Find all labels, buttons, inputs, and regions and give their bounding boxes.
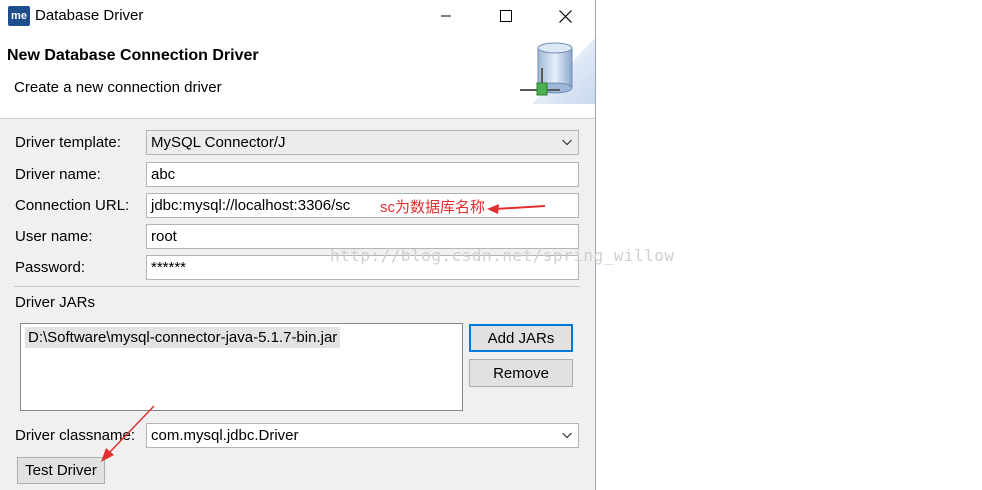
close-icon xyxy=(558,9,572,23)
watermark-text: http://blog.csdn.net/spring_willow xyxy=(330,246,675,265)
driver-template-value: MySQL Connector/J xyxy=(151,134,286,151)
driver-classname-value: com.mysql.jdbc.Driver xyxy=(151,427,299,444)
driver-classname-select[interactable]: com.mysql.jdbc.Driver xyxy=(146,423,579,448)
remove-button[interactable]: Remove xyxy=(469,359,573,387)
driver-jars-label: Driver JARs xyxy=(15,294,96,311)
driver-template-label: Driver template: xyxy=(15,134,121,151)
annotation-arrow-icon xyxy=(487,204,546,214)
close-button[interactable] xyxy=(542,0,588,32)
minimize-button[interactable] xyxy=(423,0,469,32)
database-driver-dialog: me Database Driver New Database Connecti… xyxy=(0,0,596,490)
driver-template-select[interactable]: MySQL Connector/J xyxy=(146,130,579,155)
user-name-label: User name: xyxy=(15,228,93,245)
annotation-text: sc为数据库名称 xyxy=(380,199,486,216)
maximize-button[interactable] xyxy=(483,0,529,32)
driver-name-input[interactable]: abc xyxy=(146,162,579,187)
maximize-icon xyxy=(500,10,512,22)
annotation-arrow-icon xyxy=(101,405,155,462)
title-bar[interactable]: me Database Driver xyxy=(0,0,595,32)
minimize-icon xyxy=(441,15,451,17)
driver-name-label: Driver name: xyxy=(15,166,101,183)
page-description: Create a new connection driver xyxy=(14,79,222,96)
connection-url-label: Connection URL: xyxy=(15,197,130,214)
chevron-down-icon xyxy=(562,139,572,146)
database-icon xyxy=(520,38,595,104)
add-jars-button[interactable]: Add JARs xyxy=(469,324,573,352)
separator xyxy=(14,286,580,287)
chevron-down-icon xyxy=(562,432,572,439)
driver-jars-list[interactable]: D:\Software\mysql-connector-java-5.1.7-b… xyxy=(20,323,463,411)
list-item[interactable]: D:\Software\mysql-connector-java-5.1.7-b… xyxy=(25,327,341,348)
app-icon: me xyxy=(8,6,30,26)
page-title: New Database Connection Driver xyxy=(7,47,259,64)
test-driver-button[interactable]: Test Driver xyxy=(17,457,105,484)
password-label: Password: xyxy=(15,259,86,276)
window-title: Database Driver xyxy=(35,7,144,24)
wizard-header: New Database Connection Driver Create a … xyxy=(0,32,595,119)
